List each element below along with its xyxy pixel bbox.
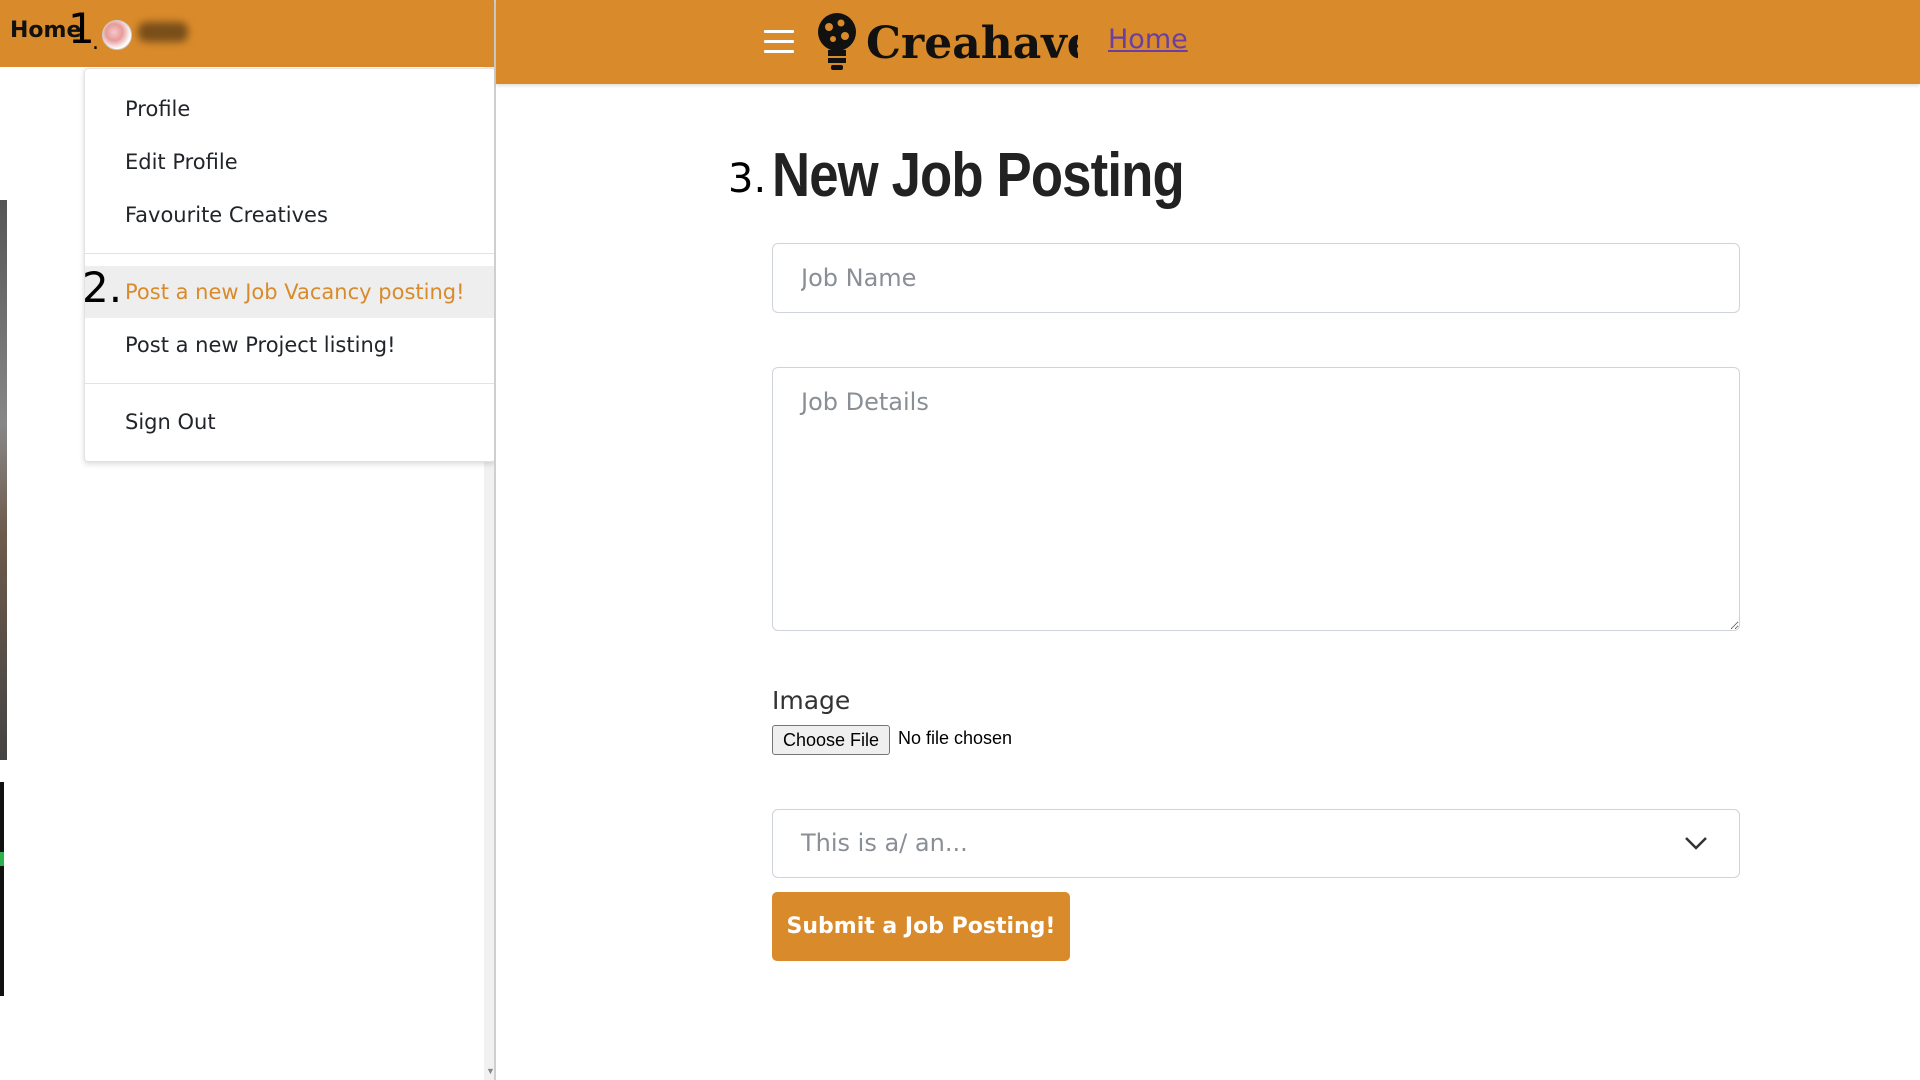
- left-window: Home 1 . ▼ Profile Edit Profile Favourit…: [0, 0, 496, 1080]
- page-title: New Job Posting: [772, 141, 1185, 210]
- window-divider: [494, 0, 496, 1080]
- chevron-down-icon: [1685, 837, 1707, 850]
- job-details-textarea[interactable]: [772, 367, 1740, 631]
- hamburger-menu-icon[interactable]: [764, 30, 794, 54]
- username-blurred[interactable]: [138, 22, 188, 42]
- file-status-text: No file chosen: [898, 728, 1013, 748]
- step-3-marker: 3.: [728, 156, 767, 202]
- image-label: Image: [772, 686, 851, 715]
- submit-job-posting-button[interactable]: Submit a Job Posting!: [772, 892, 1070, 961]
- left-topbar: Home 1 .: [0, 0, 496, 67]
- navbar: [496, 0, 1920, 84]
- menu-item-favourite-creatives[interactable]: Favourite Creatives: [85, 189, 495, 241]
- step-1-dot: .: [92, 30, 99, 55]
- lightbulb-logo-icon[interactable]: [812, 10, 862, 76]
- menu-item-edit-profile[interactable]: Edit Profile: [85, 136, 495, 188]
- menu-item-profile[interactable]: Profile: [85, 83, 495, 135]
- type-select[interactable]: This is a/ an...: [772, 809, 1740, 878]
- menu-item-post-job-vacancy[interactable]: Post a new Job Vacancy posting!: [85, 266, 495, 318]
- nav-home-link[interactable]: Home: [1108, 24, 1188, 55]
- type-select-value: This is a/ an...: [801, 829, 968, 857]
- brand-name[interactable]: Creahaven: [866, 18, 1078, 69]
- step-2-marker: 2.: [82, 263, 123, 312]
- menu-item-sign-out[interactable]: Sign Out: [85, 396, 495, 448]
- step-1-marker: 1: [68, 4, 95, 53]
- background-image-strip-lower: [0, 782, 4, 996]
- menu-divider: [85, 253, 495, 254]
- user-dropdown-menu: Profile Edit Profile Favourite Creatives…: [84, 68, 496, 462]
- choose-file-button[interactable]: Choose File: [772, 725, 891, 755]
- menu-divider: [85, 383, 495, 384]
- background-image-strip: [0, 200, 7, 760]
- job-name-input[interactable]: [772, 243, 1740, 313]
- avatar[interactable]: [102, 20, 132, 50]
- menu-item-post-project[interactable]: Post a new Project listing!: [85, 319, 495, 371]
